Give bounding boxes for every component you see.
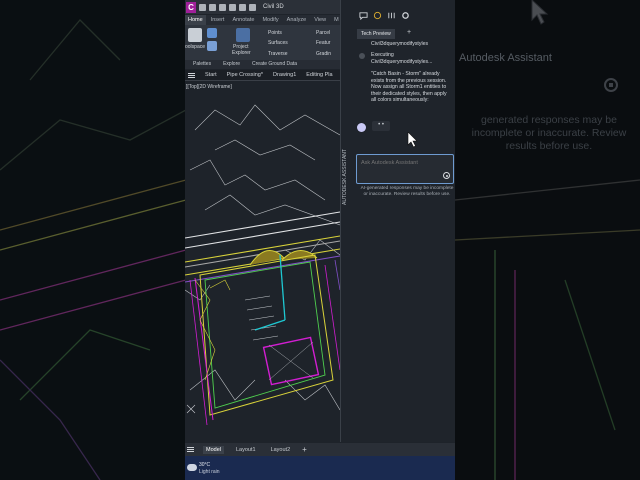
assistant-input-box xyxy=(356,154,454,184)
doc-tab-pipe-crossing[interactable]: Pipe Crossing* xyxy=(227,72,263,78)
ai-disclaimer: AI-generated responses may be incomplete… xyxy=(360,186,454,197)
typing-indicator: • • xyxy=(372,121,390,131)
weather-rain-icon[interactable] xyxy=(187,464,197,471)
project-explorer-label-2[interactable]: Explorer xyxy=(232,50,251,56)
tab-modify[interactable]: Modify xyxy=(259,15,281,25)
mouse-cursor-icon xyxy=(531,0,549,25)
ribbon-tab-bar: Home Insert Annotate Modify Analyze View… xyxy=(185,15,340,25)
parcel-button[interactable]: Parcel xyxy=(316,30,330,36)
project-explorer-icon[interactable] xyxy=(236,28,250,42)
assistant-message-tool: Civil3dquerymodifystyles xyxy=(371,41,429,47)
ribbon-panel-titles: Palettes Explore Create Ground Data xyxy=(185,60,340,69)
panel-create-ground-data[interactable]: Create Ground Data xyxy=(252,60,297,69)
feedback-icon[interactable] xyxy=(373,11,382,20)
tab-layout2[interactable]: Layout2 xyxy=(268,446,294,454)
assistant-panel: Tech Preview + AUTODESK ASSISTANT xyxy=(340,0,455,442)
redo-icon[interactable] xyxy=(249,3,256,11)
mouse-pointer-icon xyxy=(407,132,418,148)
assistant-input[interactable] xyxy=(361,160,441,166)
add-layout-icon[interactable]: + xyxy=(302,445,307,454)
tab-insert[interactable]: Insert xyxy=(208,15,228,25)
chat-icon[interactable] xyxy=(359,11,368,20)
toolspace-icon[interactable] xyxy=(188,28,202,42)
panel-palettes[interactable]: Palettes xyxy=(193,60,211,69)
background-left-blurred xyxy=(0,0,186,480)
screen: Autodesk Assistant generated responses m… xyxy=(0,0,640,480)
library-icon[interactable] xyxy=(387,11,396,20)
weather-description[interactable]: Light rain xyxy=(199,469,220,475)
blurred-drawing-left xyxy=(0,19,186,480)
save-icon[interactable] xyxy=(219,3,226,11)
palette-icon-2[interactable] xyxy=(207,41,217,51)
assistant-message-body: "Catch Basin - Storm" already exists fro… xyxy=(371,71,447,103)
grading-button[interactable]: Gradin xyxy=(316,51,331,57)
tech-preview-tab[interactable]: Tech Preview xyxy=(357,29,395,39)
undo-icon[interactable] xyxy=(239,3,246,11)
settings-gear-icon[interactable] xyxy=(401,11,410,20)
layout-tab-bar: Model Layout1 Layout2 + xyxy=(185,443,455,456)
blurred-drawing-right xyxy=(455,179,640,480)
background-right-blurred: Autodesk Assistant generated responses m… xyxy=(455,0,640,480)
weather-temperature[interactable]: 30°C xyxy=(199,462,210,468)
assistant-vertical-title: AUTODESK ASSISTANT xyxy=(342,149,348,205)
tab-annotate[interactable]: Annotate xyxy=(229,15,257,25)
ghost-send-icon xyxy=(604,78,618,92)
tab-home[interactable]: Home xyxy=(185,15,206,25)
send-icon[interactable] xyxy=(443,172,450,179)
panel-explore[interactable]: Explore xyxy=(223,60,240,69)
traverse-button[interactable]: Traverse xyxy=(268,51,288,57)
workspace-label[interactable]: Civil 3D xyxy=(263,4,284,10)
feature-line-button[interactable]: Featur xyxy=(316,40,330,46)
tab-view[interactable]: View xyxy=(311,15,329,25)
points-button[interactable]: Points xyxy=(268,30,282,36)
open-file-icon[interactable] xyxy=(209,3,216,11)
doc-tab-drawing1[interactable]: Drawing1 xyxy=(273,72,296,78)
palette-icon[interactable] xyxy=(207,28,217,38)
app-logo[interactable]: C xyxy=(186,1,196,13)
tab-analyze[interactable]: Analyze xyxy=(284,15,310,25)
ghost-disclaimer: generated responses may be incomplete or… xyxy=(471,114,627,152)
assistant-message-executing: Executing Civil3dquerymodifystyles... xyxy=(371,52,433,65)
print-icon[interactable] xyxy=(229,3,236,11)
menu-icon[interactable] xyxy=(188,72,195,78)
surfaces-button[interactable]: Surfaces xyxy=(268,40,288,46)
assistant-toolbar xyxy=(341,8,456,22)
windows-taskbar: 30°C Light rain xyxy=(185,456,455,480)
new-chat-icon[interactable]: + xyxy=(407,29,411,36)
tab-model[interactable]: Model xyxy=(203,445,224,454)
document-tab-bar: Start Pipe Crossing* Drawing1 Editing Pl… xyxy=(185,70,340,81)
new-file-icon[interactable] xyxy=(199,3,206,11)
layout-menu-icon[interactable] xyxy=(187,447,194,452)
drawing-canvas[interactable] xyxy=(185,90,340,440)
quick-access-toolbar: C Civil 3D xyxy=(185,0,340,14)
ghost-assistant-title: Autodesk Assistant xyxy=(459,52,552,64)
assistant-avatar xyxy=(357,123,366,132)
doc-tab-start[interactable]: Start xyxy=(205,72,217,78)
step-status-icon xyxy=(359,53,365,59)
doc-tab-editing-plan[interactable]: Editing Pla xyxy=(306,72,332,78)
toolspace-button[interactable]: oolspace xyxy=(185,44,205,50)
tab-layout1[interactable]: Layout1 xyxy=(233,446,259,454)
